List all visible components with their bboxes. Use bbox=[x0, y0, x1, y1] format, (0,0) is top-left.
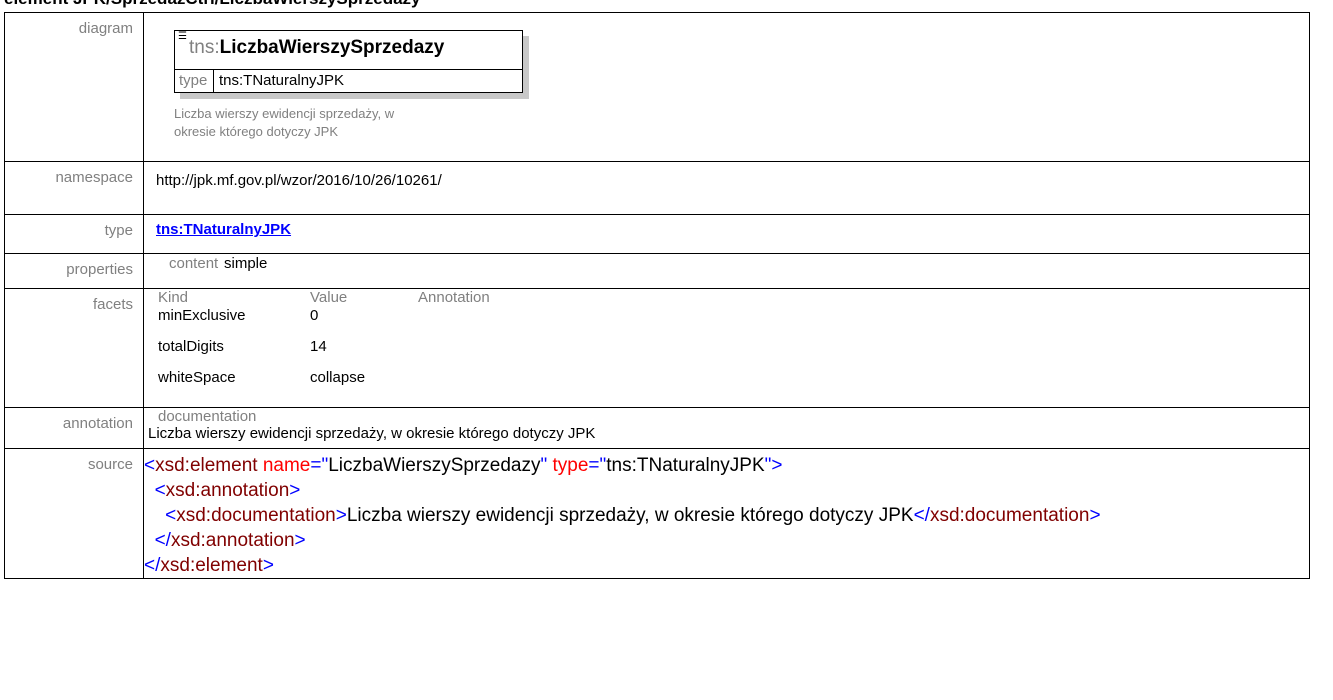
type-label: type bbox=[4, 214, 144, 254]
source-type-attr: type bbox=[552, 455, 589, 476]
source-type-value: tns:TNaturalnyJPK bbox=[606, 455, 765, 476]
source-name-attr: name bbox=[262, 455, 311, 476]
facets-label: facets bbox=[4, 288, 144, 408]
diagram-documentation: Liczba wierszy ewidencji sprzedaży, w ok… bbox=[174, 105, 534, 141]
element-doc-table: diagram ☰ tns:LiczbaWierszySprzedazy typ… bbox=[4, 12, 1310, 579]
annotation-cell: documentation Liczba wierszy ewidencji s… bbox=[143, 407, 1310, 449]
namespace-value: http://jpk.mf.gov.pl/wzor/2016/10/26/102… bbox=[143, 161, 1310, 215]
diagram-prefix: tns: bbox=[189, 37, 220, 58]
namespace-label: namespace bbox=[4, 161, 144, 215]
source-documentation-tag: xsd:documentation bbox=[176, 505, 336, 526]
properties-cell: content simple bbox=[143, 253, 1310, 289]
diagram-name: LiczbaWierszySprzedazy bbox=[219, 37, 445, 58]
annotation-label: annotation bbox=[4, 407, 144, 449]
annotation-row: annotation documentation Liczba wierszy … bbox=[4, 407, 1310, 449]
source-element-tag: xsd:element bbox=[155, 455, 258, 476]
source-annotation-close-tag: xsd:annotation bbox=[170, 530, 295, 551]
source-documentation-close-tag: xsd:documentation bbox=[929, 505, 1090, 526]
facets-header-value: Value bbox=[310, 289, 348, 306]
facet-annotation bbox=[418, 307, 490, 338]
facet-value: collapse bbox=[310, 369, 366, 386]
element-lines-icon: ☰ bbox=[178, 31, 187, 42]
facets-header-annotation: Annotation bbox=[418, 289, 490, 306]
facet-annotation bbox=[418, 338, 490, 369]
source-cell: <xsd:element name="LiczbaWierszySprzedaz… bbox=[143, 448, 1310, 579]
facets-cell: Kind Value Annotation minExclusive 0 tot… bbox=[143, 288, 1310, 408]
facets-header-kind: Kind bbox=[158, 289, 189, 306]
page-heading: element JPK/SprzedazCtrl/LiczbaWierszySp… bbox=[4, 0, 420, 9]
source-label: source bbox=[4, 448, 144, 579]
source-element-close-tag: xsd:element bbox=[160, 555, 263, 576]
type-cell: tns:TNaturalnyJPK bbox=[143, 214, 1310, 254]
facet-value: 0 bbox=[310, 307, 319, 324]
facets-header-row: Kind Value Annotation bbox=[158, 289, 490, 307]
facet-annotation bbox=[418, 369, 490, 400]
properties-content: content simple bbox=[144, 254, 1309, 272]
annotation-documentation-label: documentation bbox=[158, 408, 257, 425]
facet-kind: minExclusive bbox=[158, 307, 246, 324]
diagram-type-key: type bbox=[175, 70, 214, 92]
source-row: source <xsd:element name="LiczbaWierszyS… bbox=[4, 448, 1310, 579]
facet-value: 14 bbox=[310, 338, 327, 355]
diagram-cell: ☰ tns:LiczbaWierszySprzedazy type tns:TNa… bbox=[143, 12, 1310, 162]
diagram-row: diagram ☰ tns:LiczbaWierszySprzedazy typ… bbox=[4, 12, 1310, 162]
facets-row: facets Kind Value Annotation minExclusiv… bbox=[4, 288, 1310, 408]
namespace-row: namespace http://jpk.mf.gov.pl/wzor/2016… bbox=[4, 161, 1310, 215]
annotation-documentation-text: Liczba wierszy ewidencji sprzedaży, w ok… bbox=[148, 425, 596, 442]
facets-table: Kind Value Annotation minExclusive 0 tot… bbox=[158, 289, 490, 400]
diagram-element-name: tns:LiczbaWierszySprzedazy bbox=[189, 37, 444, 59]
source-name-value: LiczbaWierszySprzedazy bbox=[328, 455, 541, 476]
element-diagram-box[interactable]: ☰ tns:LiczbaWierszySprzedazy type tns:TNa… bbox=[174, 30, 523, 93]
properties-key: content bbox=[169, 255, 219, 272]
diagram-type-row: type tns:TNaturalnyJPK bbox=[175, 69, 522, 93]
facet-row: totalDigits 14 bbox=[158, 338, 490, 369]
source-annotation-tag: xsd:annotation bbox=[165, 480, 290, 501]
diagram-doc-line-1: Liczba wierszy ewidencji sprzedaży, w bbox=[174, 106, 395, 121]
properties-label: properties bbox=[4, 253, 144, 289]
source-doc-text: Liczba wierszy ewidencji sprzedaży, w ok… bbox=[346, 505, 914, 526]
diagram-label: diagram bbox=[4, 12, 144, 162]
diagram-doc-line-2: okresie którego dotyczy JPK bbox=[174, 124, 339, 139]
source-code: <xsd:element name="LiczbaWierszySprzedaz… bbox=[144, 455, 1101, 576]
facet-kind: totalDigits bbox=[158, 338, 224, 355]
diagram-type-value: tns:TNaturalnyJPK bbox=[219, 72, 345, 89]
facet-kind: whiteSpace bbox=[158, 369, 236, 386]
type-row: type tns:TNaturalnyJPK bbox=[4, 214, 1310, 254]
properties-row: properties content simple bbox=[4, 253, 1310, 289]
type-link[interactable]: tns:TNaturalnyJPK bbox=[156, 221, 291, 238]
facet-row: whiteSpace collapse bbox=[158, 369, 490, 400]
facet-row: minExclusive 0 bbox=[158, 307, 490, 338]
properties-value: simple bbox=[224, 255, 268, 272]
